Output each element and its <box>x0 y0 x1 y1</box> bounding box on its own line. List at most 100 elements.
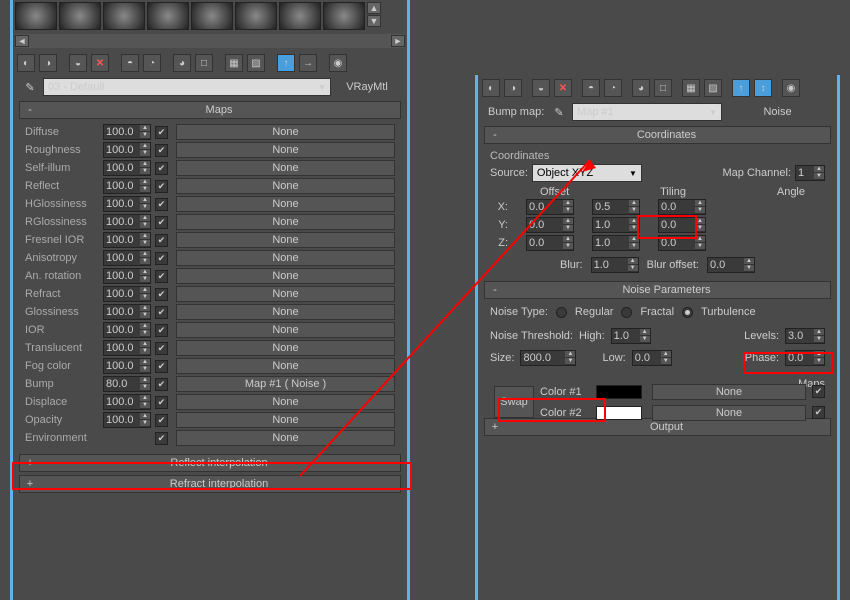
map-amount-spinner[interactable]: 100.0▲▼ <box>103 394 151 410</box>
map-enable-checkbox[interactable] <box>155 180 168 193</box>
color2-map-checkbox[interactable] <box>812 406 825 419</box>
map-enable-checkbox[interactable] <box>155 216 168 229</box>
material-slot[interactable] <box>147 2 189 30</box>
map-amount-spinner[interactable]: 100.0▲▼ <box>103 232 151 248</box>
show-end-icon[interactable]: ▨ <box>704 79 722 97</box>
map-enable-checkbox[interactable] <box>155 126 168 139</box>
fractal-radio[interactable] <box>621 307 632 318</box>
scroll-down-icon[interactable]: ▼ <box>367 15 381 27</box>
noise-params-header[interactable]: - Noise Parameters <box>484 281 831 299</box>
delete-icon[interactable]: ✕ <box>554 79 572 97</box>
map-slot-button[interactable]: None <box>176 394 395 410</box>
angle-spinner[interactable]: 0.0▲▼ <box>658 235 706 251</box>
angle-spinner[interactable]: 0.0▲▼ <box>658 199 706 215</box>
map-enable-checkbox[interactable] <box>155 270 168 283</box>
map-amount-spinner[interactable]: 100.0▲▼ <box>103 412 151 428</box>
map-type-label[interactable]: Noise <box>728 106 827 118</box>
maps-header[interactable]: - Maps <box>19 101 401 119</box>
map-enable-checkbox[interactable] <box>155 414 168 427</box>
source-dropdown[interactable]: Object XYZ ▼ <box>532 164 642 182</box>
offset-spinner[interactable]: 0.0▲▼ <box>526 235 574 251</box>
map-slot-button[interactable]: None <box>176 340 395 356</box>
put-library-icon[interactable]: ◕ <box>173 54 191 72</box>
map-amount-spinner[interactable]: 100.0▲▼ <box>103 304 151 320</box>
map-amount-spinner[interactable]: 100.0▲▼ <box>103 322 151 338</box>
map-amount-spinner[interactable]: 100.0▲▼ <box>103 250 151 266</box>
put-to-scene-icon[interactable]: ◑ <box>39 54 57 72</box>
color1-map-button[interactable]: None <box>652 384 806 400</box>
color1-swatch[interactable] <box>596 385 642 399</box>
map-enable-checkbox[interactable] <box>155 396 168 409</box>
map-amount-spinner[interactable]: 100.0▲▼ <box>103 214 151 230</box>
copy-icon[interactable]: ◓ <box>582 79 600 97</box>
map-name-dropdown[interactable]: Map #1 ▼ <box>572 103 722 121</box>
map-amount-spinner[interactable]: 100.0▲▼ <box>103 286 151 302</box>
make-unique-icon[interactable]: ◔ <box>604 79 622 97</box>
map-slot-button[interactable]: None <box>176 232 395 248</box>
material-id-icon[interactable]: □ <box>195 54 213 72</box>
map-amount-spinner[interactable]: 80.0▲▼ <box>103 376 151 392</box>
map-enable-checkbox[interactable] <box>155 162 168 175</box>
phase-spinner[interactable]: 0.0▲▼ <box>785 350 825 366</box>
assign-icon[interactable]: ◒ <box>532 79 550 97</box>
scroll-up-icon[interactable]: ▲ <box>367 2 381 14</box>
options-icon[interactable]: ◉ <box>782 79 800 97</box>
map-slot-button[interactable]: None <box>176 160 395 176</box>
scroll-right-icon[interactable]: ► <box>391 35 405 47</box>
map-amount-spinner[interactable]: 100.0▲▼ <box>103 178 151 194</box>
map-enable-checkbox[interactable] <box>155 288 168 301</box>
turbulence-radio[interactable] <box>682 307 693 318</box>
swap-button[interactable]: Swap <box>494 386 534 418</box>
map-slot-button[interactable]: Map #1 ( Noise ) <box>176 376 395 392</box>
map-amount-spinner[interactable]: 100.0▲▼ <box>103 160 151 176</box>
map-enable-checkbox[interactable] <box>155 432 168 445</box>
offset-spinner[interactable]: 0.0▲▼ <box>526 217 574 233</box>
color2-map-button[interactable]: None <box>652 405 806 421</box>
go-parent-icon[interactable]: ↑ <box>277 54 295 72</box>
go-sibling-icon[interactable]: → <box>299 54 317 72</box>
map-amount-spinner[interactable]: 100.0▲▼ <box>103 358 151 374</box>
map-enable-checkbox[interactable] <box>155 234 168 247</box>
map-slot-button[interactable]: None <box>176 196 395 212</box>
map-slot-button[interactable]: None <box>176 304 395 320</box>
map-slot-button[interactable]: None <box>176 250 395 266</box>
blur-spinner[interactable]: 1.0▲▼ <box>591 257 639 273</box>
tiling-spinner[interactable]: 0.5▲▼ <box>592 199 640 215</box>
show-map-icon[interactable]: ▦ <box>682 79 700 97</box>
material-name-dropdown[interactable]: 03 - Default ▼ <box>43 78 331 96</box>
map-enable-checkbox[interactable] <box>155 378 168 391</box>
get-material-icon[interactable]: ◐ <box>17 54 35 72</box>
map-enable-checkbox[interactable] <box>155 360 168 373</box>
reflect-interp-header[interactable]: + Reflect interpolation <box>19 454 401 472</box>
map-slot-button[interactable]: None <box>176 268 395 284</box>
map-enable-checkbox[interactable] <box>155 306 168 319</box>
levels-spinner[interactable]: 3.0▲▼ <box>785 328 825 344</box>
map-enable-checkbox[interactable] <box>155 144 168 157</box>
color2-swatch[interactable] <box>596 406 642 420</box>
output-header[interactable]: + Output <box>484 418 831 436</box>
map-slot-button[interactable]: None <box>176 286 395 302</box>
material-type-label[interactable]: VRayMtl <box>337 81 397 93</box>
map-amount-spinner[interactable]: 100.0▲▼ <box>103 142 151 158</box>
map-slot-button[interactable]: None <box>176 412 395 428</box>
map-channel-spinner[interactable]: 1▲▼ <box>795 165 825 181</box>
material-slot[interactable] <box>15 2 57 30</box>
material-slot[interactable] <box>279 2 321 30</box>
map-amount-spinner[interactable]: 100.0▲▼ <box>103 268 151 284</box>
get-material-icon[interactable]: ◐ <box>482 79 500 97</box>
assign-icon[interactable]: ◒ <box>69 54 87 72</box>
size-spinner[interactable]: 800.0▲▼ <box>520 350 576 366</box>
eyedropper-icon[interactable]: ✎ <box>23 80 37 94</box>
map-slot-button[interactable]: None <box>176 142 395 158</box>
delete-icon[interactable]: ✕ <box>91 54 109 72</box>
color1-map-checkbox[interactable] <box>812 385 825 398</box>
make-unique-icon[interactable]: ◔ <box>143 54 161 72</box>
map-slot-button[interactable]: None <box>176 358 395 374</box>
map-slot-button[interactable]: None <box>176 430 395 446</box>
eyedropper-icon[interactable]: ✎ <box>552 105 566 119</box>
go-sibling-icon[interactable]: ↕ <box>754 79 772 97</box>
go-parent-icon[interactable]: ↑ <box>732 79 750 97</box>
material-slot[interactable] <box>103 2 145 30</box>
map-enable-checkbox[interactable] <box>155 252 168 265</box>
angle-spinner[interactable]: 0.0▲▼ <box>658 217 706 233</box>
